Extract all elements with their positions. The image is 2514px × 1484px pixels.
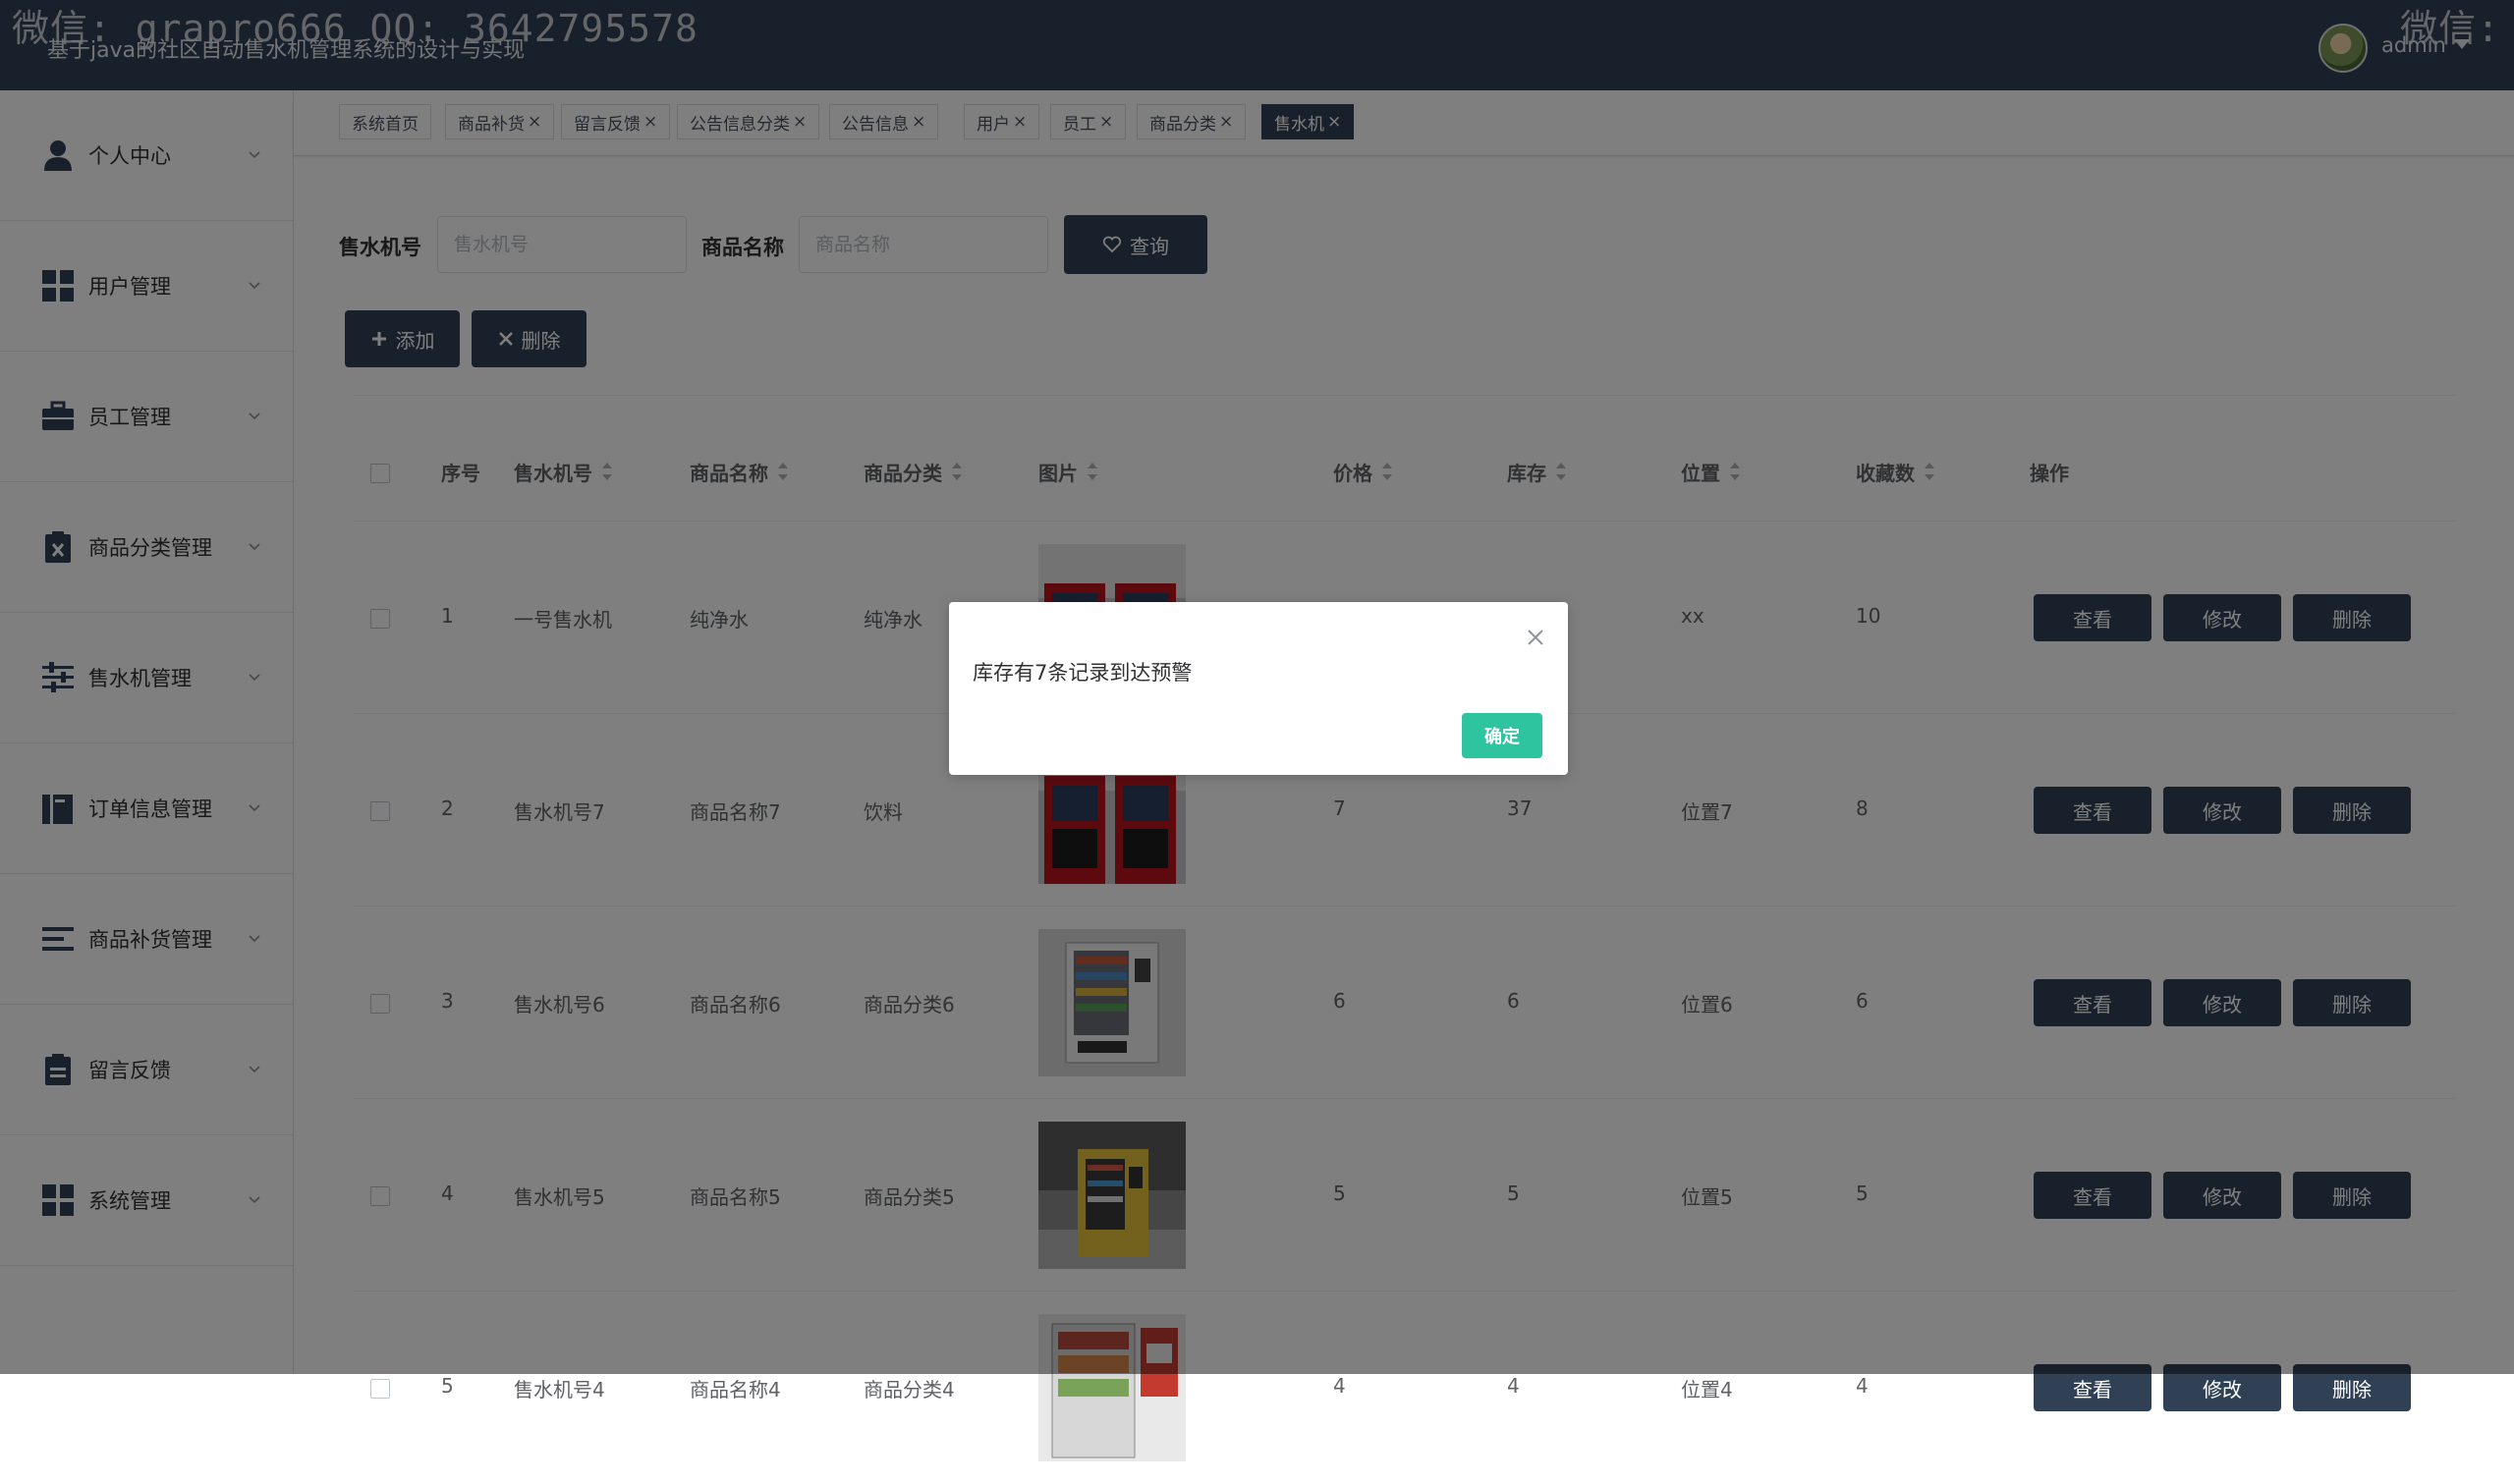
cell-price: 4 [1333, 1374, 1346, 1398]
cell-machine: 售水机号4 [514, 1378, 605, 1402]
stock-warning-dialog: 库存有7条记录到达预警 确定 [949, 602, 1568, 775]
cell-category: 商品分类4 [864, 1378, 955, 1402]
row-checkbox[interactable] [370, 1379, 390, 1399]
cell-product: 商品名称4 [690, 1378, 781, 1402]
dialog-message: 库存有7条记录到达预警 [973, 661, 1193, 685]
close-icon[interactable] [1524, 626, 1547, 649]
cell-index: 5 [441, 1374, 454, 1398]
confirm-button[interactable]: 确定 [1462, 713, 1542, 758]
cell-favorites: 4 [1856, 1374, 1869, 1398]
cell-stock: 4 [1507, 1374, 1520, 1398]
cell-location: 位置4 [1681, 1378, 1733, 1402]
